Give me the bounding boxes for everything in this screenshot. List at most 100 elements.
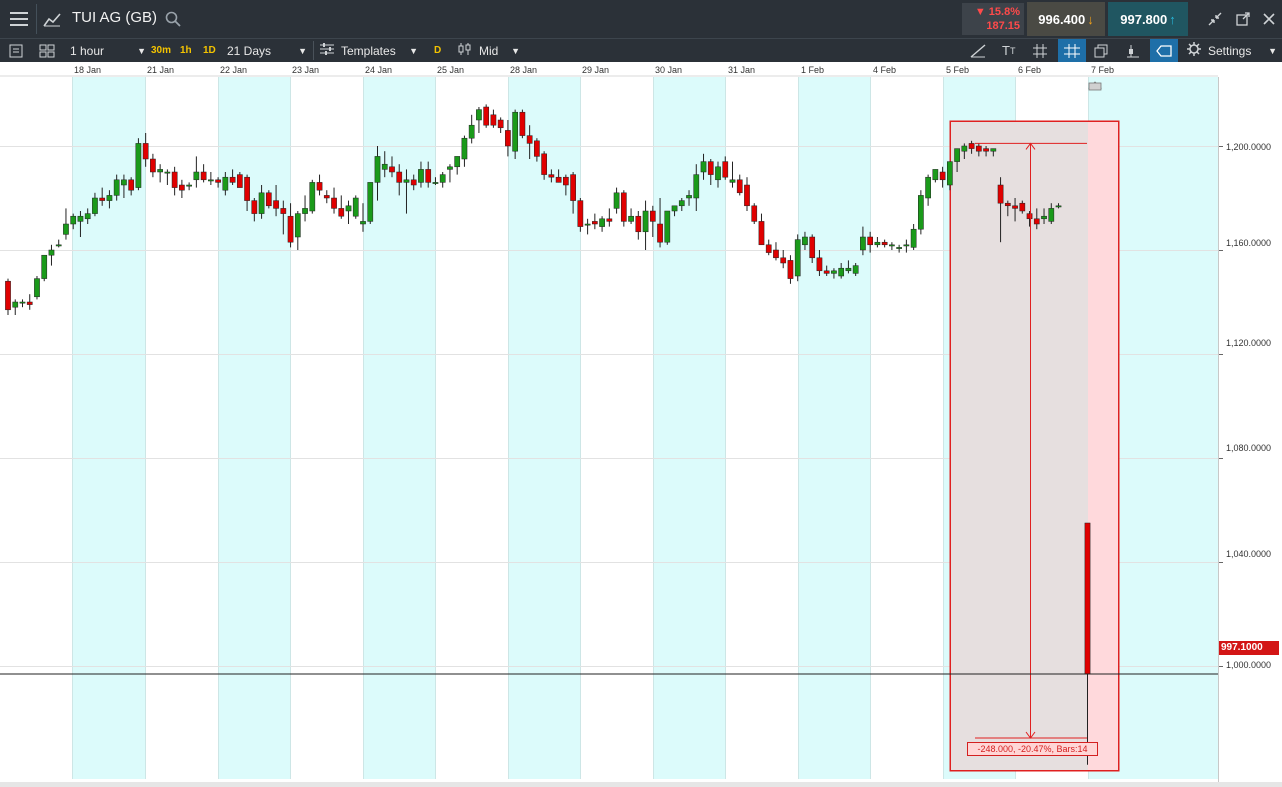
interval-30m-button[interactable]: 30m bbox=[151, 39, 171, 62]
price-mode-select[interactable]: Mid ▼ bbox=[458, 39, 520, 62]
x-axis-label: 31 Jan bbox=[728, 65, 756, 75]
buy-price-button[interactable]: 997.800 ↑ bbox=[1108, 2, 1188, 36]
candle-body bbox=[265, 192, 272, 207]
candle-body bbox=[244, 176, 250, 201]
top-bar: TUI AG (GB) ▼ 15.8% 187.15 996.400 ↓ 997… bbox=[0, 0, 1282, 38]
price-mode-badge[interactable]: D bbox=[434, 39, 441, 62]
indicator-icon[interactable] bbox=[1126, 39, 1140, 62]
y-axis-label: 1,080.0000 bbox=[1226, 443, 1272, 453]
time-marker-body bbox=[1088, 82, 1102, 91]
y-axis-label: 1,120.0000 bbox=[1226, 338, 1272, 348]
draw-line-icon[interactable] bbox=[970, 39, 986, 62]
price-chart[interactable] bbox=[0, 62, 1282, 787]
candle-body bbox=[526, 135, 533, 144]
candle-body bbox=[418, 169, 424, 183]
templates-button[interactable]: Templates ▼ bbox=[320, 39, 418, 62]
candle-body bbox=[121, 179, 127, 186]
candle-body bbox=[635, 215, 642, 233]
candle-body bbox=[360, 221, 366, 225]
candle-body bbox=[19, 301, 26, 304]
candle-body bbox=[55, 244, 62, 247]
candle-body bbox=[686, 195, 692, 199]
copy-icon[interactable] bbox=[1094, 39, 1108, 62]
candle-body bbox=[534, 140, 540, 157]
sell-price-button[interactable]: 996.400 ↓ bbox=[1027, 2, 1105, 36]
candle-body bbox=[947, 161, 953, 186]
interval-1h-button[interactable]: 1h bbox=[180, 39, 192, 62]
candle-body bbox=[461, 137, 468, 160]
candle-body bbox=[26, 301, 33, 305]
candle-body bbox=[1012, 205, 1018, 209]
candle-body bbox=[1004, 202, 1011, 207]
candle-body bbox=[577, 200, 584, 227]
interval-1d-button[interactable]: 1D bbox=[203, 39, 216, 62]
candle-body bbox=[983, 148, 989, 152]
chevron-down-icon: ▼ bbox=[298, 45, 307, 56]
candle-body bbox=[997, 184, 1004, 204]
price-change-display: ▼ 15.8% 187.15 bbox=[962, 3, 1024, 35]
candle-body bbox=[490, 114, 497, 126]
candle-body bbox=[657, 223, 663, 243]
chart-line-icon[interactable] bbox=[36, 4, 67, 34]
x-axis-label: 29 Jan bbox=[582, 65, 610, 75]
x-axis-label: 30 Jan bbox=[655, 65, 683, 75]
close-icon[interactable] bbox=[1258, 8, 1280, 30]
candle-body bbox=[113, 179, 120, 196]
candle-body bbox=[715, 166, 721, 181]
text-tool-icon[interactable]: TT bbox=[1002, 39, 1015, 62]
chart-area[interactable] bbox=[0, 62, 1282, 787]
candle-body bbox=[215, 179, 221, 183]
candle-body bbox=[570, 174, 576, 201]
candle-body bbox=[128, 179, 135, 191]
price-mode-value: Mid bbox=[479, 43, 499, 58]
settings-label: Settings bbox=[1208, 43, 1252, 58]
candle-body bbox=[852, 265, 859, 274]
candle-body bbox=[1055, 205, 1062, 208]
instrument-title[interactable]: TUI AG (GB) bbox=[72, 9, 157, 26]
candle-body bbox=[367, 182, 374, 222]
candle-body bbox=[802, 236, 808, 246]
candle-body bbox=[208, 179, 214, 182]
interval-select[interactable]: 1 hour ▼ bbox=[70, 39, 146, 62]
x-axis-label: 18 Jan bbox=[74, 65, 102, 75]
candle-body bbox=[889, 244, 895, 247]
candle-body bbox=[642, 210, 649, 233]
scroll-strip bbox=[0, 782, 1282, 787]
arrow-down-icon: ↓ bbox=[1087, 11, 1094, 27]
candle-body bbox=[316, 182, 323, 191]
candle-body bbox=[664, 210, 671, 243]
candle-body bbox=[287, 215, 294, 243]
list-icon[interactable] bbox=[9, 39, 23, 62]
candle-body bbox=[476, 109, 482, 121]
candle-body bbox=[273, 200, 279, 209]
candle-body bbox=[396, 171, 403, 183]
candle-body bbox=[410, 179, 417, 186]
search-icon[interactable] bbox=[164, 10, 182, 28]
range-select[interactable]: 21 Days ▼ bbox=[227, 39, 307, 62]
x-axis-label: 6 Feb bbox=[1018, 65, 1042, 75]
candle-body bbox=[541, 153, 547, 175]
collapse-icon[interactable] bbox=[1204, 8, 1226, 30]
candle-body bbox=[63, 223, 69, 235]
measure-label: -248.000, -20.47%, Bars:14 bbox=[967, 742, 1098, 756]
candle-body bbox=[744, 184, 750, 207]
change-percent: ▼ 15.8% bbox=[974, 6, 1020, 18]
candle-body bbox=[519, 111, 526, 136]
candle-body bbox=[831, 270, 837, 274]
settings-button[interactable]: Settings ▼ bbox=[1187, 39, 1277, 62]
layout-icon[interactable] bbox=[39, 39, 55, 62]
hamburger-menu-icon[interactable] bbox=[4, 4, 34, 34]
x-axis-label: 22 Jan bbox=[220, 65, 248, 75]
candle-body bbox=[179, 184, 185, 191]
candle-body bbox=[331, 197, 337, 209]
candle-body bbox=[896, 247, 902, 249]
templates-label: Templates bbox=[341, 43, 396, 58]
popout-icon[interactable] bbox=[1232, 8, 1254, 30]
candle-body bbox=[620, 192, 627, 222]
grid-icon[interactable] bbox=[1033, 39, 1047, 62]
tag-icon[interactable] bbox=[1150, 39, 1178, 62]
crosshair-icon[interactable] bbox=[1058, 39, 1086, 62]
y-axis-label: 1,200.0000 bbox=[1226, 142, 1272, 152]
sell-price: 996.400 bbox=[1038, 11, 1086, 27]
candle-body bbox=[838, 267, 845, 277]
